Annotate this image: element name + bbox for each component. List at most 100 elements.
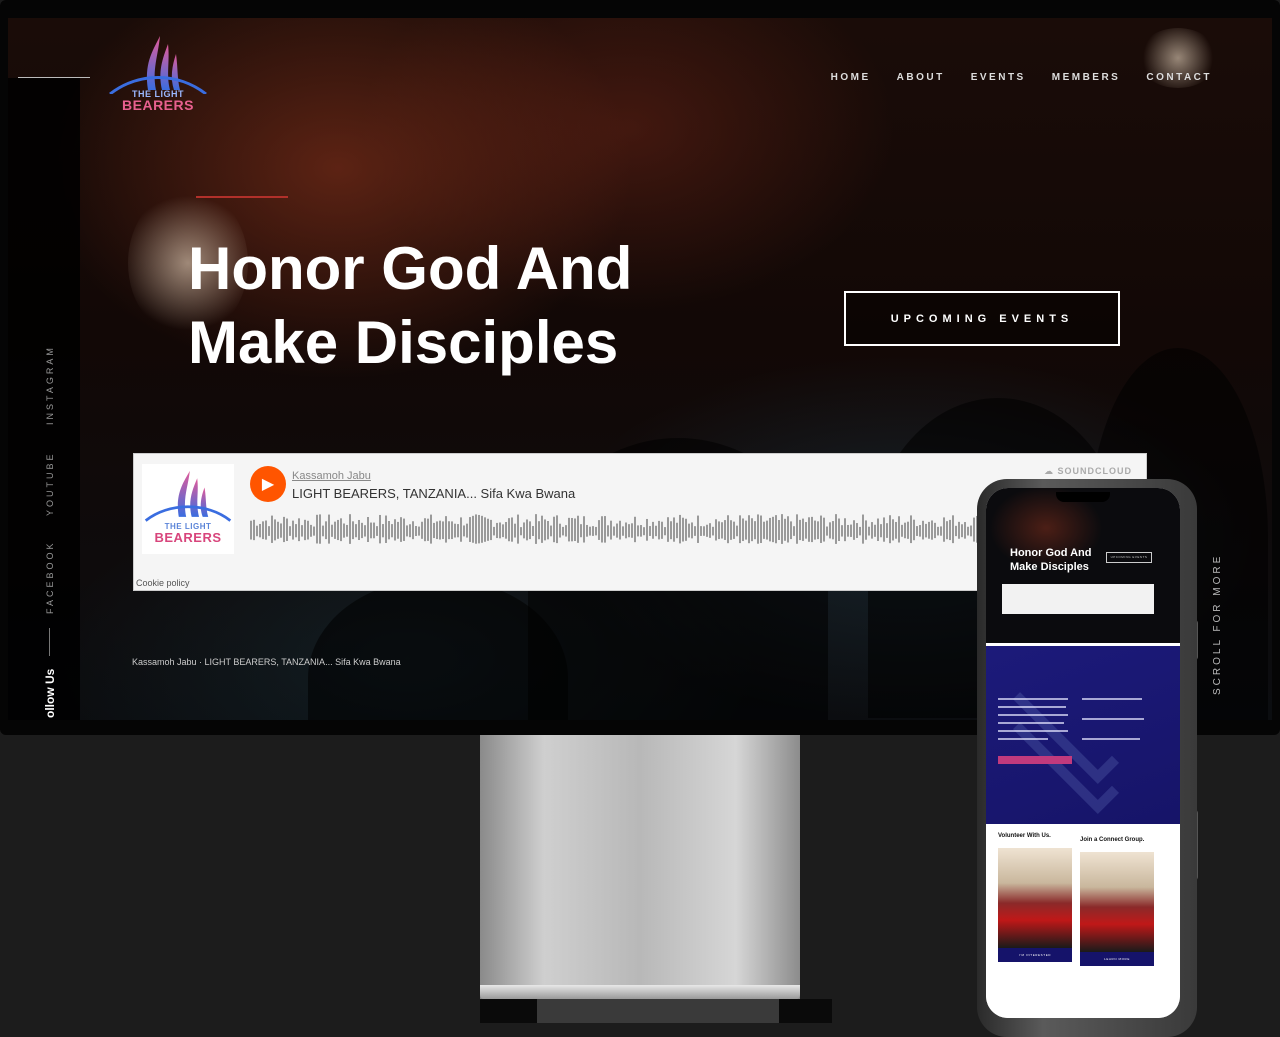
waveform-bar — [427, 518, 429, 541]
connect-button[interactable]: LEARN MORE — [1080, 952, 1154, 966]
waveform-bar — [505, 522, 507, 539]
social-rail — [8, 78, 80, 720]
waveform-bar — [271, 515, 273, 543]
waveform-bar — [859, 526, 861, 536]
phone-upcoming-events-button[interactable]: UPCOMING EVENTS — [1106, 552, 1152, 563]
waveform-bar — [403, 518, 405, 541]
waveform-bar — [373, 522, 375, 539]
waveform-bar — [961, 524, 963, 538]
play-icon: ▶ — [261, 476, 275, 493]
hero-title: Honor God And Make Disciples — [188, 232, 748, 380]
waveform-bar — [727, 515, 729, 544]
waveform-bar — [283, 516, 285, 543]
waveform-bar — [898, 516, 900, 543]
waveform-bar — [541, 515, 543, 543]
waveform-bar — [913, 519, 915, 541]
waveform-bar — [301, 525, 303, 537]
cookie-policy-link[interactable]: Cookie policy — [136, 578, 190, 588]
phone-pink-button[interactable] — [998, 756, 1072, 764]
waveform-bar — [928, 521, 930, 539]
upcoming-events-button[interactable]: UPCOMING EVENTS — [844, 291, 1120, 346]
waveform-bar — [337, 519, 339, 541]
waveform-bar — [484, 517, 486, 542]
waveform-bar — [592, 526, 594, 536]
waveform-bar — [280, 523, 282, 538]
waveform-bar — [808, 517, 810, 542]
cloud-icon: ☁ — [1043, 466, 1054, 476]
waveform-bar — [742, 518, 744, 542]
waveform-bar — [673, 517, 675, 542]
waveform-bar — [766, 520, 768, 540]
waveform-bar — [955, 525, 957, 537]
nav-about[interactable]: ABOUT — [897, 72, 945, 83]
waveform-bar — [709, 523, 711, 538]
waveform-bar — [286, 518, 288, 541]
play-button[interactable]: ▶ — [250, 466, 286, 502]
waveform-bar — [610, 520, 612, 540]
waveform-bar — [412, 521, 414, 540]
waveform-bar — [916, 526, 918, 536]
waveform-bar — [499, 522, 501, 539]
waveform-bar — [262, 521, 264, 540]
waveform-bar — [463, 525, 465, 537]
track-user-link[interactable]: Kassamoh Jabu — [292, 470, 371, 482]
instagram-link[interactable]: INSTAGRAM — [45, 345, 55, 425]
waveform-bar — [478, 514, 480, 544]
facebook-link[interactable]: FACEBOOK — [45, 540, 55, 614]
waveform-bar — [973, 517, 975, 542]
waveform-bar — [361, 522, 363, 539]
waveform-bar — [889, 515, 891, 544]
nav-members[interactable]: MEMBERS — [1052, 72, 1121, 83]
waveform-bar — [568, 517, 570, 542]
waveform-bar — [670, 521, 672, 540]
waveform-bar — [721, 522, 723, 539]
flame-logo-icon — [109, 36, 207, 96]
rail-tick — [49, 628, 50, 656]
waveform-bar — [625, 522, 627, 539]
waveform-bar — [289, 526, 291, 536]
phone-text-line — [1082, 738, 1140, 740]
track-title[interactable]: LIGHT BEARERS, TANZANIA... Sifa Kwa Bwan… — [292, 486, 575, 501]
scroll-for-more[interactable]: SCROLL FOR MORE — [1212, 554, 1223, 695]
hero-title-line: Make Disciples — [188, 309, 619, 376]
waveform-bar — [718, 521, 720, 540]
waveform-bar — [751, 518, 753, 542]
waveform-bar — [415, 526, 417, 536]
phone-soundcloud-player[interactable] — [1002, 584, 1154, 614]
volunteer-button[interactable]: I'M INTERESTED — [998, 948, 1072, 962]
waveform-bar — [877, 518, 879, 541]
youtube-link[interactable]: YOUTUBE — [45, 451, 55, 516]
waveform-bar — [880, 524, 882, 538]
waveform-bar — [571, 517, 573, 542]
nav-home[interactable]: HOME — [831, 72, 871, 83]
waveform-bar — [298, 518, 300, 542]
waveform-bar — [379, 514, 381, 544]
waveform-bar — [550, 525, 552, 537]
waveform-bar — [391, 524, 393, 538]
waveform-bar — [967, 526, 969, 536]
soundcloud-logo[interactable]: ☁ SOUNDCLOUD — [1044, 466, 1132, 477]
waveform-bar — [559, 523, 561, 538]
waveform-bar — [712, 526, 714, 536]
waveform-bar — [565, 525, 567, 537]
phone-text-line — [998, 738, 1048, 740]
waveform-bar — [631, 523, 633, 538]
waveform-bar — [472, 515, 474, 543]
waveform-bar — [676, 522, 678, 539]
nav-contact[interactable]: CONTACT — [1146, 72, 1212, 83]
nav-events[interactable]: EVENTS — [971, 72, 1026, 83]
waveform-bar — [655, 525, 657, 537]
waveform-bar — [343, 523, 345, 538]
waveform-bar — [520, 527, 522, 536]
phone-welcome-section — [986, 646, 1180, 824]
waveform-bar — [895, 521, 897, 539]
waveform-bar — [304, 519, 306, 541]
waveform-bar — [577, 515, 579, 543]
track-artwork[interactable]: THE LIGHT BEARERS — [142, 464, 234, 554]
waveform-bar — [958, 521, 960, 539]
waveform-bar — [937, 526, 939, 536]
waveform-bar — [574, 518, 576, 542]
waveform-bar — [646, 518, 648, 541]
waveform-bar — [934, 522, 936, 539]
site-logo[interactable]: THE LIGHT BEARERS — [108, 34, 208, 114]
